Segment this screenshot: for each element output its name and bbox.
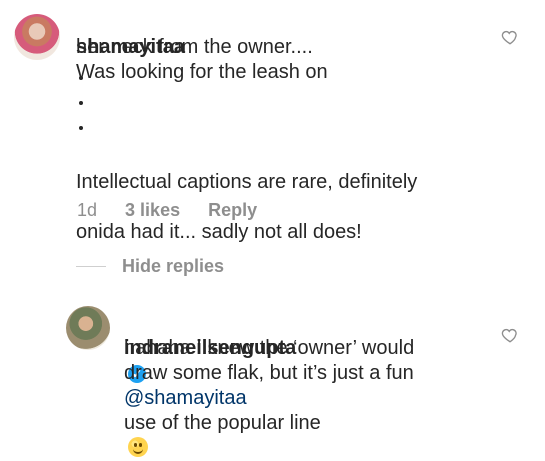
reply-link[interactable]: Reply [208,200,257,220]
avatar[interactable] [14,14,60,60]
hide-replies-link[interactable]: Hide replies [122,256,224,277]
dot [79,126,83,130]
comment-text-line1: Was looking for the leash on [76,61,328,83]
comment-body-line1: Intellectual captions are rare, definite… [76,171,418,193]
comment-time: 1d [77,200,98,220]
mouth-shape [133,447,143,454]
heart-icon[interactable] [501,326,519,344]
grinning-face-icon [128,437,148,457]
comment-body-line2: onida had it... sadly not all does! [76,221,362,243]
reply-text-line2: hahaha I knew the ‘owner’ would [124,337,415,359]
reply-text-line4-label: use of the popular line [124,412,321,434]
reply-text-line4: use of the popular line [124,386,464,461]
comment-text-line2: her neck from the owner.... [76,36,313,58]
reply-avatar[interactable] [66,306,110,350]
reply-text-line3: draw some flak, but it’s just a fun [124,362,414,384]
dot [79,76,83,80]
heart-icon[interactable] [501,28,519,46]
comment-meta: 1d 3 likes Reply [77,199,280,221]
comment-likes[interactable]: 3 likes [125,200,180,220]
dot [79,101,83,105]
hide-replies-row[interactable]: Hide replies [76,255,224,277]
divider [76,265,106,267]
